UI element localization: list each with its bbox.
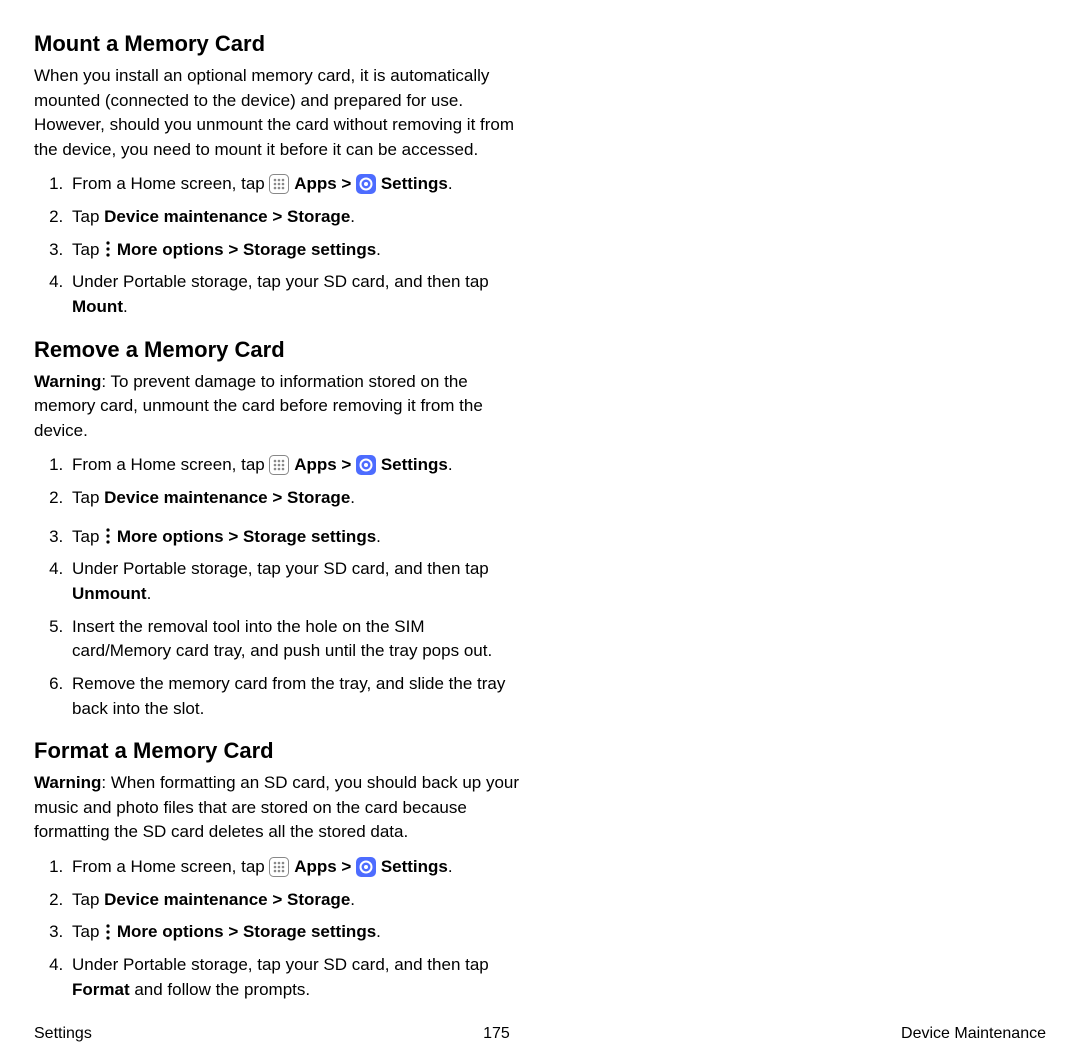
footer-page-number: 175: [483, 1022, 510, 1045]
heading-mount: Mount a Memory Card: [34, 28, 522, 60]
list-item: From a Home screen, tap Apps > Settings.: [68, 855, 522, 880]
list-item: Under Portable storage, tap your SD card…: [68, 270, 522, 319]
more-options-icon: [104, 240, 112, 258]
settings-icon: [356, 857, 376, 877]
page-footer: Settings 175 Device Maintenance: [34, 1016, 1046, 1045]
footer-section: Settings: [34, 1022, 92, 1045]
mount-intro: When you install an optional memory card…: [34, 64, 522, 163]
list-item: Tap Device maintenance > Storage.: [68, 205, 522, 230]
settings-icon: [356, 455, 376, 475]
list-item: Tap More options > Storage settings.: [68, 525, 522, 550]
list-item: From a Home screen, tap Apps > Settings.: [68, 172, 522, 197]
settings-icon: [356, 174, 376, 194]
format-warning: Warning: When formatting an SD card, you…: [34, 771, 522, 845]
list-item: Insert the removal tool into the hole on…: [68, 615, 522, 664]
list-item: Remove the memory card from the tray, an…: [68, 672, 522, 721]
list-item: From a Home screen, tap Apps > Settings.: [68, 453, 522, 478]
remove-warning: Warning: To prevent damage to informatio…: [34, 370, 522, 444]
remove-steps-a: From a Home screen, tap Apps > Settings.…: [34, 453, 522, 510]
list-item: Under Portable storage, tap your SD card…: [68, 953, 522, 1002]
more-options-icon: [104, 923, 112, 941]
mount-steps: From a Home screen, tap Apps > Settings.…: [34, 172, 522, 319]
heading-format: Format a Memory Card: [34, 735, 522, 767]
footer-topic: Device Maintenance: [901, 1022, 1046, 1045]
list-item: Tap Device maintenance > Storage.: [68, 888, 522, 913]
list-item: Tap More options > Storage settings.: [68, 238, 522, 263]
heading-remove: Remove a Memory Card: [34, 334, 522, 366]
format-steps: From a Home screen, tap Apps > Settings.…: [34, 855, 522, 1002]
list-item: Tap Device maintenance > Storage.: [68, 486, 522, 511]
apps-icon: [269, 857, 289, 877]
apps-icon: [269, 455, 289, 475]
remove-steps-b: Tap More options > Storage settings. Und…: [34, 525, 522, 721]
list-item: Under Portable storage, tap your SD card…: [68, 557, 522, 606]
list-item: Tap More options > Storage settings.: [68, 920, 522, 945]
apps-icon: [269, 174, 289, 194]
more-options-icon: [104, 527, 112, 545]
